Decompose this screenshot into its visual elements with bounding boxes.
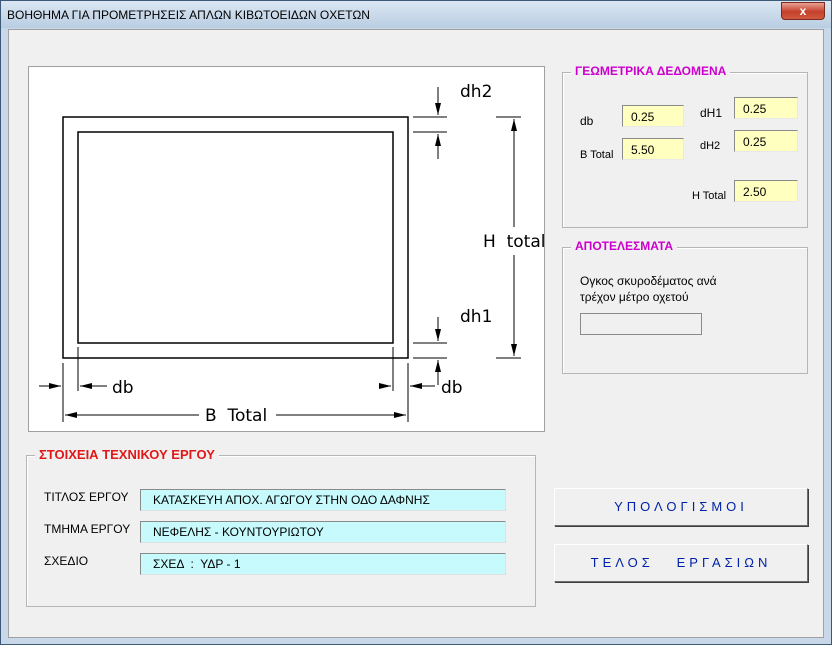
project-drawing-label: ΣΧΕΔΙΟ bbox=[44, 554, 89, 568]
title-bar: ΒΟΗΘΗΜΑ ΓΙΑ ΠΡΟΜΕΤΡΗΣΕΙΣ ΑΠΛΩΝ ΚΙΒΩΤΟΕΙΔ… bbox=[1, 1, 831, 28]
form-body: dh2 dh1 H total B Total db db ΓΕΩΜΕΤΡΙΚΑ… bbox=[8, 29, 824, 638]
h-total-label: H total bbox=[483, 232, 545, 252]
dh2-label: dh2 bbox=[460, 82, 492, 102]
main-window: ΒΟΗΘΗΜΑ ΓΙΑ ΠΡΟΜΕΤΡΗΣΕΙΣ ΑΠΛΩΝ ΚΙΒΩΤΟΕΙΔ… bbox=[0, 0, 832, 645]
inner-box bbox=[77, 131, 394, 344]
db-left-label: db bbox=[112, 378, 134, 398]
project-title-label: ΤΙΤΛΟΣ ΕΡΓΟΥ bbox=[44, 490, 129, 504]
close-button[interactable]: x bbox=[781, 2, 825, 20]
culvert-diagram: dh2 dh1 H total B Total db db bbox=[28, 66, 545, 432]
dh2-input[interactable]: 0.25 bbox=[734, 130, 798, 152]
htotal-input[interactable]: 2.50 bbox=[734, 180, 798, 202]
b-total-label: B Total bbox=[205, 406, 267, 426]
project-drawing-input[interactable]: ΣΧΕΔ : ΥΔΡ - 1 bbox=[140, 553, 506, 575]
dh2-field-label: dH2 bbox=[700, 140, 721, 152]
project-section-label: ΤΜΗΜΑ ΕΡΓΟΥ bbox=[44, 522, 131, 536]
concrete-volume-output bbox=[580, 313, 702, 335]
project-section-input[interactable]: ΝΕΦΕΛΗΣ - ΚΟΥΝΤΟΥΡΙΩΤΟΥ bbox=[140, 521, 506, 543]
calculate-button[interactable]: ΥΠΟΛΟΓΙΣΜΟΙ bbox=[554, 488, 808, 526]
db-label: db bbox=[580, 114, 594, 128]
dh1-input[interactable]: 0.25 bbox=[734, 97, 798, 119]
outer-box bbox=[62, 116, 409, 359]
concrete-volume-label-line1: Ογκος σκυροδέματος ανά bbox=[580, 274, 717, 288]
window-title: ΒΟΗΘΗΜΑ ΓΙΑ ΠΡΟΜΕΤΡΗΣΕΙΣ ΑΠΛΩΝ ΚΙΒΩΤΟΕΙΔ… bbox=[7, 8, 370, 22]
results-group-title: ΑΠΟΤΕΛΕΣΜΑΤΑ bbox=[571, 239, 677, 253]
dh1-field-label: dH1 bbox=[700, 106, 723, 120]
btotal-input[interactable]: 5.50 bbox=[622, 138, 684, 160]
project-title-input[interactable]: ΚΑΤΑΣΚΕΥΗ ΑΠΟΧ. ΑΓΩΓΟΥ ΣΤΗΝ ΟΔΟ ΔΑΦΝΗΣ bbox=[140, 489, 506, 511]
results-group: ΑΠΟΤΕΛΕΣΜΑΤΑ bbox=[562, 239, 808, 374]
geometry-group-title: ΓΕΩΜΕΤΡΙΚΑ ΔΕΔΟΜΕΝΑ bbox=[571, 64, 731, 78]
concrete-volume-label-line2: τρέχον μέτρο οχετού bbox=[580, 290, 689, 304]
project-info-group-title: ΣΤΟΙΧΕΙΑ ΤΕΧΝΙΚΟΥ ΕΡΓΟΥ bbox=[35, 447, 219, 462]
btotal-label: B Total bbox=[580, 149, 614, 161]
htotal-label: H Total bbox=[692, 190, 727, 202]
exit-button[interactable]: ΤΕΛΟΣ ΕΡΓΑΣΙΩΝ bbox=[554, 544, 808, 582]
db-right-label: db bbox=[441, 378, 463, 398]
db-input[interactable]: 0.25 bbox=[622, 105, 684, 127]
dh1-label: dh1 bbox=[460, 307, 492, 327]
